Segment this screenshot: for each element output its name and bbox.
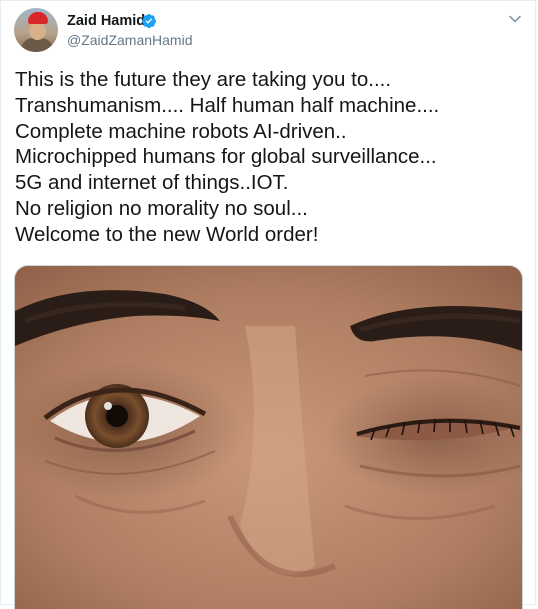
avatar[interactable]	[14, 8, 58, 52]
tweet-line: Complete machine robots AI-driven..	[15, 119, 347, 143]
tweet-line: Microchipped humans for global surveilla…	[15, 145, 437, 169]
author-handle[interactable]: @ZaidZamanHamid	[67, 31, 192, 49]
verified-badge-icon	[142, 14, 156, 28]
tweet-text: This is the future they are taking you t…	[15, 67, 530, 248]
avatar-body-shape	[21, 38, 53, 52]
tweet-line: Transhumanism.... Half human half machin…	[15, 93, 440, 117]
face-closeup-illustration	[15, 266, 522, 609]
tweet-line: Welcome to the new World order!	[15, 222, 319, 246]
tweet-card: Zaid Hamid @ZaidZamanHamid This is the f…	[0, 0, 536, 609]
tweet-media-image[interactable]	[14, 265, 523, 609]
author-display-name[interactable]: Zaid Hamid	[67, 12, 145, 30]
tweet-line: No religion no morality no soul...	[15, 196, 308, 220]
tweet-line: This is the future they are taking you t…	[15, 68, 392, 91]
avatar-face-shape	[29, 22, 46, 40]
avatar-cap-shape	[28, 12, 48, 24]
chevron-down-icon[interactable]	[508, 12, 522, 26]
tweet-line: 5G and internet of things..IOT.	[15, 171, 289, 195]
